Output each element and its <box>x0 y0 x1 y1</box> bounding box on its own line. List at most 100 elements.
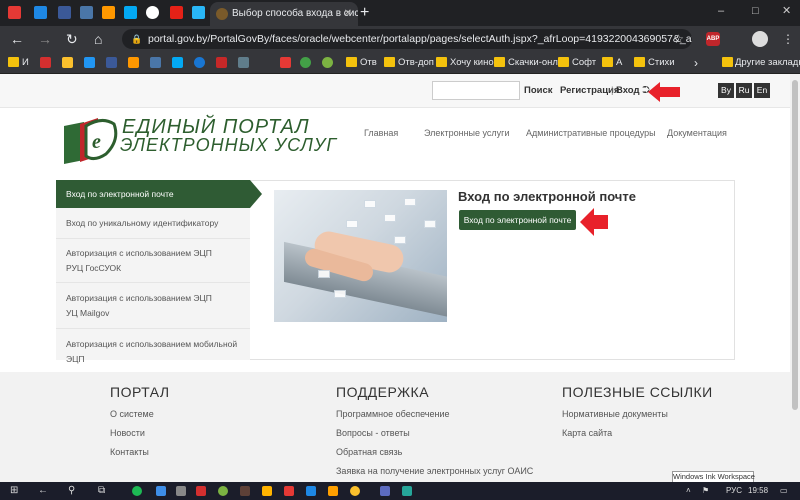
taskbar-app-icon[interactable] <box>132 486 142 496</box>
clock[interactable]: 19:58 <box>748 482 768 500</box>
taskbar-app-icon[interactable] <box>328 486 338 496</box>
email-login-button[interactable]: Вход по электронной почте <box>459 210 576 230</box>
other-bookmarks[interactable]: Другие закладки <box>735 52 800 74</box>
home-icon[interactable]: ⌂ <box>94 26 102 52</box>
bookmark-folder[interactable]: Стихи <box>648 52 675 74</box>
pinned-tab-mail-icon[interactable] <box>124 6 137 19</box>
bookmarks-overflow-chevron-icon[interactable]: › <box>694 52 698 74</box>
pinned-tab-clock-icon[interactable] <box>146 6 159 19</box>
bookmark-icon[interactable] <box>194 57 205 68</box>
footer-link-faq[interactable]: Вопросы - ответы <box>336 428 410 438</box>
address-bar[interactable]: 🔒 portal.gov.by/PortalGovBy/faces/oracle… <box>122 29 692 49</box>
envelope-icon <box>394 236 406 244</box>
bookmark-folder[interactable]: Скачки-онл <box>508 52 558 74</box>
new-tab-button[interactable]: + <box>360 0 369 26</box>
bookmark-folder[interactable]: Софт <box>572 52 596 74</box>
adblock-extension-icon[interactable]: ABP <box>706 32 720 46</box>
pinned-tab-vk-icon[interactable] <box>80 6 93 19</box>
bookmark-icon[interactable] <box>40 57 51 68</box>
bookmark-icon[interactable] <box>216 57 227 68</box>
profile-avatar[interactable] <box>752 31 768 47</box>
lang-by-button[interactable]: By <box>718 83 734 98</box>
nav-documentation[interactable]: Документация <box>667 128 727 138</box>
bookmark-icon[interactable] <box>62 57 73 68</box>
envelope-icon <box>404 198 416 206</box>
footer-link-software[interactable]: Программное обеспечение <box>336 409 449 419</box>
lang-ru-button[interactable]: Ru <box>736 83 752 98</box>
search-input[interactable] <box>432 81 520 100</box>
pinned-tab-ok-icon[interactable] <box>102 6 115 19</box>
taskbar-app-icon[interactable] <box>218 486 228 496</box>
bookmark-icon[interactable] <box>172 57 183 68</box>
pinned-tab-youtube-icon[interactable] <box>170 6 183 19</box>
bookmark-icon[interactable] <box>322 57 333 68</box>
bookmark-icon[interactable] <box>150 57 161 68</box>
bookmark-folder[interactable]: Отв-доп <box>398 52 434 74</box>
sidebar-item-unique-id[interactable]: Вход по уникальному идентификатору <box>56 208 250 239</box>
notifications-icon[interactable]: ▭ <box>780 482 788 500</box>
tray-chevron-icon[interactable]: ˄ <box>686 482 691 500</box>
bookmark-icon[interactable] <box>106 57 117 68</box>
bookmark-folder[interactable]: Хочу кино <box>450 52 494 74</box>
back-arrow-icon[interactable]: ← <box>10 26 24 52</box>
footer-link-feedback[interactable]: Обратная связь <box>336 447 402 457</box>
nav-home[interactable]: Главная <box>364 128 398 138</box>
taskbar-app-icon[interactable] <box>176 486 186 496</box>
footer-link-news[interactable]: Новости <box>110 428 145 438</box>
input-language[interactable]: РУС <box>726 482 742 500</box>
pinned-tab-icon[interactable] <box>34 6 47 19</box>
footer-link-contacts[interactable]: Контакты <box>110 447 149 457</box>
footer-link-normative-docs[interactable]: Нормативные документы <box>562 409 668 419</box>
footer-link-sitemap[interactable]: Карта сайта <box>562 428 612 438</box>
sidebar-item-mobile-ecp[interactable]: Авторизация с использованием мобильной Э… <box>56 329 250 364</box>
close-window-button[interactable]: ✕ <box>782 0 791 22</box>
active-tab[interactable]: Выбор способа входа в сист ✕ <box>210 2 358 26</box>
taskbar-app-icon[interactable] <box>284 486 294 496</box>
bookmark-folder[interactable]: А <box>616 52 622 74</box>
red-arrow-annotation-icon <box>648 82 680 102</box>
browser-menu-icon[interactable]: ⋮ <box>782 26 794 52</box>
taskbar-app-icon[interactable] <box>156 486 166 496</box>
sidebar-item-ecp-gossuok[interactable]: Авторизация с использованием ЭЦП РУЦ Гос… <box>56 239 250 283</box>
search-button[interactable]: Поиск <box>524 74 553 108</box>
sidebar-active-pointer <box>250 180 262 208</box>
pinned-tab-facebook-icon[interactable] <box>58 6 71 19</box>
bookmark-icon[interactable] <box>128 57 139 68</box>
taskbar-back-icon[interactable]: ← <box>38 482 48 500</box>
taskbar-app-icon[interactable] <box>196 486 206 496</box>
network-icon[interactable]: ⚑ <box>702 482 709 500</box>
bookmark-star-icon[interactable]: ☆ <box>673 29 684 49</box>
taskbar-app-icon[interactable] <box>380 486 390 496</box>
maximize-button[interactable]: □ <box>752 0 759 22</box>
footer-link-about[interactable]: О системе <box>110 409 154 419</box>
login-link[interactable]: Вход ⮊ <box>616 74 650 108</box>
taskbar-app-icon[interactable] <box>306 486 316 496</box>
windows-start-icon[interactable]: ⊞ <box>10 482 18 500</box>
taskbar-app-icon[interactable] <box>402 486 412 496</box>
bookmark-icon[interactable] <box>300 57 311 68</box>
bookmark-icon[interactable] <box>280 57 291 68</box>
nav-e-services[interactable]: Электронные услуги <box>424 128 509 138</box>
bookmark-icon[interactable] <box>238 57 249 68</box>
bookmark-item[interactable]: И <box>22 52 29 74</box>
taskbar-app-icon[interactable] <box>262 486 272 496</box>
forward-arrow-icon[interactable]: → <box>38 26 52 52</box>
sidebar-item-ecp-mailgov[interactable]: Авторизация с использованием ЭЦП УЦ Mail… <box>56 283 250 329</box>
lang-en-button[interactable]: En <box>754 83 770 98</box>
sidebar-item-email-login[interactable]: Вход по электронной почте <box>56 180 250 208</box>
page-scrollbar[interactable] <box>790 74 800 482</box>
footer-link-oais-request[interactable]: Заявка на получение электронных услуг ОА… <box>336 466 533 476</box>
minimize-button[interactable]: – <box>718 0 724 22</box>
reload-icon[interactable]: ↻ <box>66 26 78 52</box>
bookmark-folder[interactable]: Отв <box>360 52 377 74</box>
taskbar-app-icon[interactable] <box>240 486 250 496</box>
task-view-icon[interactable]: ⧉ <box>98 482 105 500</box>
scrollbar-thumb[interactable] <box>792 80 798 410</box>
tab-close-icon[interactable]: ✕ <box>344 2 352 26</box>
pinned-tab-icon-2[interactable] <box>192 6 205 19</box>
chrome-taskbar-icon[interactable] <box>350 486 360 496</box>
nav-admin-procedures[interactable]: Административные процедуры <box>526 128 656 138</box>
taskbar-search-icon[interactable]: ⚲ <box>68 482 75 500</box>
pinned-tab-yandex-icon[interactable] <box>8 6 21 19</box>
bookmark-icon[interactable] <box>84 57 95 68</box>
